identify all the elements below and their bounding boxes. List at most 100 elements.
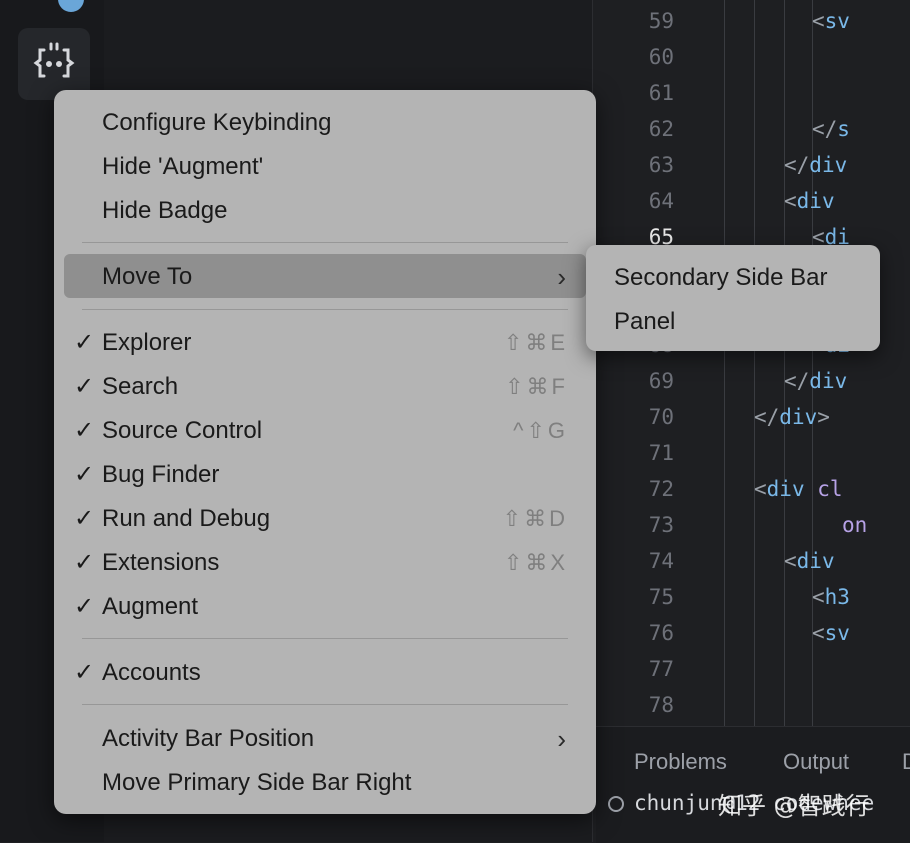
line-number: 76 [648,621,674,645]
submenu-item-panel[interactable]: Panel [614,307,675,337]
menu-item-search[interactable]: Search [102,372,178,402]
indent-guide [724,0,725,726]
code-token: < [812,621,825,645]
line-number-gutter: 5960616263646566676869707172737475767778 [596,0,696,726]
line-number: 61 [648,81,674,105]
menu-item-move-primary-side-bar-right[interactable]: Move Primary Side Bar Right [102,768,411,798]
code-token: cl [804,477,843,501]
tab-problems[interactable]: Problems [634,749,727,775]
code-token: div [796,549,835,573]
indent-guide [754,0,755,726]
code-token: </ [784,369,810,393]
code-line: </div [784,147,847,183]
line-number: 75 [648,585,674,609]
chevron-right-icon: › [557,724,566,754]
line-number: 74 [648,549,674,573]
line-number: 70 [648,405,674,429]
line-number: 64 [648,189,674,213]
code-token: div [809,153,848,177]
menu-item-source-control[interactable]: Source Control [102,416,262,446]
menu-item-move-to[interactable]: Move To [102,262,192,292]
menu-item-configure-keybinding[interactable]: Configure Keybinding [102,108,332,138]
check-icon: ✓ [74,549,95,576]
code-line: <sv [812,615,850,651]
code-token: div [766,477,805,501]
watermark: 知乎 @智践行 [718,792,870,820]
code-token: sv [824,9,850,33]
code-line: </s [812,111,850,147]
menu-item-augment[interactable]: Augment [102,592,198,622]
code-line: </div> [754,399,830,435]
menu-separator [82,704,568,705]
line-number: 73 [648,513,674,537]
code-token: > [817,405,830,429]
code-token: div [779,405,818,429]
code-line: on [842,507,867,543]
notification-badge [58,0,84,12]
check-icon: ✓ [74,417,95,444]
code-line: <div [784,543,835,579]
menu-item-accounts[interactable]: Accounts [102,658,201,688]
code-token: </ [754,405,780,429]
code-token: < [784,189,797,213]
code-token: < [784,549,797,573]
augment-icon [30,38,78,90]
code-token: < [754,477,767,501]
shortcut-run-and-debug: ⇧⌘D [502,506,568,531]
check-icon: ✓ [74,329,95,356]
tab-debug[interactable]: D [902,749,910,775]
code-line: <h3 [812,579,850,615]
code-token: s [837,117,850,141]
accounts-icon[interactable] [26,0,54,6]
menu-item-bug-finder[interactable]: Bug Finder [102,460,219,490]
menu-item-activity-bar-position[interactable]: Activity Bar Position [102,724,314,754]
menu-separator [82,242,568,243]
menu-item-run-and-debug[interactable]: Run and Debug [102,504,270,534]
menu-item-hide-augment[interactable]: Hide 'Augment' [102,152,263,182]
tab-output[interactable]: Output [783,749,849,775]
check-icon: ✓ [74,505,95,532]
line-number: 72 [648,477,674,501]
code-token: h3 [824,585,850,609]
code-token: on [842,513,868,537]
line-number: 63 [648,153,674,177]
shortcut-explorer: ⇧⌘E [503,330,568,355]
code-line: </div [784,363,847,399]
code-token: sv [824,621,850,645]
line-number: 59 [648,9,674,33]
shortcut-search: ⇧⌘F [505,374,568,399]
check-icon: ✓ [74,461,95,488]
bottom-panel: Problems Output D chunjun@12 codewhee [596,726,910,843]
check-icon: ✓ [74,593,95,620]
menu-item-explorer[interactable]: Explorer [102,328,191,358]
submenu-item-secondary-side-bar[interactable]: Secondary Side Bar [614,263,827,293]
code-token: div [809,369,848,393]
code-line: <div [784,183,835,219]
shortcut-extensions: ⇧⌘X [503,550,568,575]
line-number: 60 [648,45,674,69]
menu-item-extensions[interactable]: Extensions [102,548,219,578]
code-token: < [812,9,825,33]
menu-separator [82,309,568,310]
check-icon: ✓ [74,659,95,686]
code-editor[interactable]: 5960616263646566676869707172737475767778… [596,0,910,726]
menu-item-hide-badge[interactable]: Hide Badge [102,196,227,226]
line-number: 77 [648,657,674,681]
move-to-submenu: Secondary Side Bar Panel [586,245,880,351]
code-token: < [812,585,825,609]
line-number: 69 [648,369,674,393]
check-icon: ✓ [74,373,95,400]
code-token: </ [784,153,810,177]
line-number: 78 [648,693,674,717]
context-menu: Configure Keybinding Hide 'Augment' Hide… [54,90,596,814]
line-number: 71 [648,441,674,465]
code-line: <sv [812,3,850,39]
menu-separator [82,638,568,639]
code-line: <div cl [754,471,843,507]
line-number: 62 [648,117,674,141]
terminal-status-icon [608,796,624,812]
shortcut-source-control: ^⇧G [513,418,568,443]
code-token: </ [812,117,838,141]
chevron-right-icon: › [557,262,566,292]
code-token: div [796,189,835,213]
